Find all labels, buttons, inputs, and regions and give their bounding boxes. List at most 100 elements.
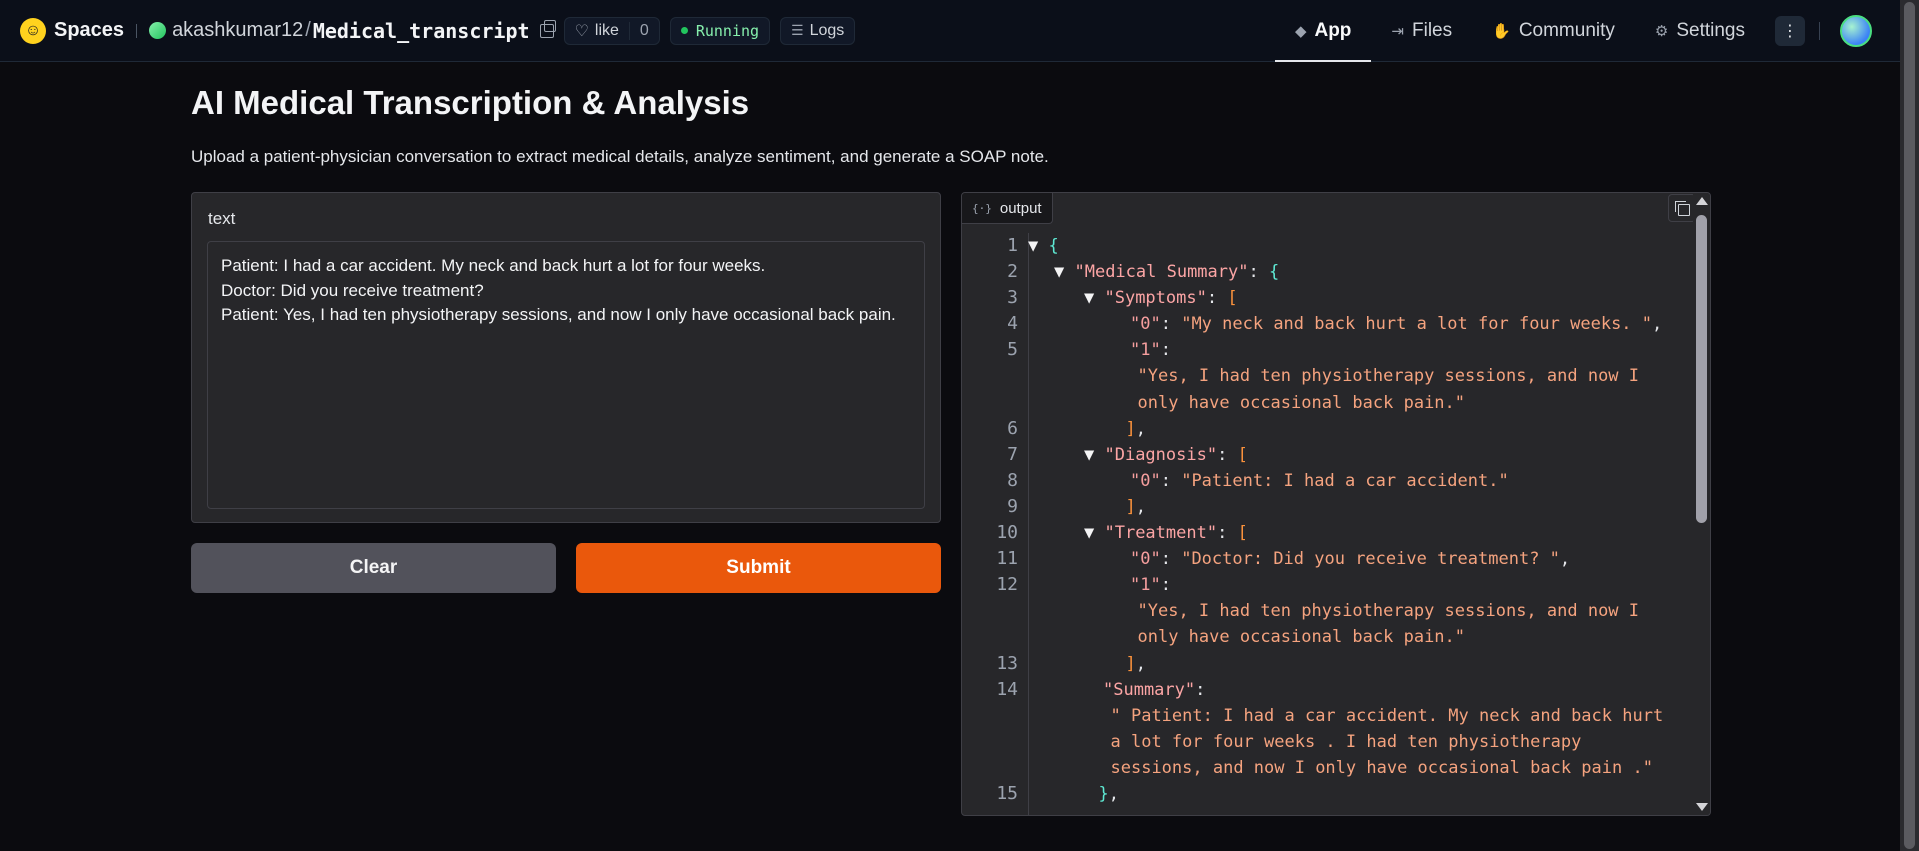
- json-line-content: sessions, and now I only have occasional…: [1028, 755, 1653, 781]
- json-line: 3 ▼ "Symptoms": [: [962, 285, 1695, 311]
- tab-community-label: Community: [1518, 20, 1615, 41]
- scroll-down-arrow-icon[interactable]: [1696, 803, 1708, 811]
- line-number: 10: [996, 522, 1018, 544]
- tab-settings[interactable]: ⚙ Settings: [1635, 0, 1765, 62]
- json-token: "Patient: I had a car accident.": [1181, 470, 1509, 491]
- tab-community[interactable]: ✋ Community: [1472, 0, 1635, 62]
- json-line-content: only have occasional back pain.": [1028, 624, 1466, 650]
- line-number: [962, 624, 1028, 650]
- json-token: only have occasional back pain.": [1137, 627, 1466, 648]
- output-scrollbar-thumb[interactable]: [1696, 215, 1707, 523]
- json-icon: {·}: [972, 201, 992, 215]
- line-number: 8: [1007, 469, 1018, 491]
- json-line-content: "1":: [1028, 337, 1171, 363]
- json-token: ]: [1125, 496, 1136, 517]
- text-input-field[interactable]: Patient: I had a car accident. My neck a…: [207, 241, 925, 509]
- json-token: }: [1098, 783, 1109, 804]
- line-number: [962, 729, 1028, 755]
- json-line: 11 "0": "Doctor: Did you receive treatmen…: [962, 546, 1695, 572]
- line-number: 6: [1007, 417, 1018, 439]
- json-token: :: [1160, 340, 1171, 361]
- status-badge[interactable]: Running: [669, 16, 771, 45]
- collapse-toggle-icon[interactable]: ▼: [1028, 236, 1048, 256]
- json-output-panel: {·} output 1 ▼ {2 ▼ "Medical Summary": {3 ▼…: [961, 192, 1711, 816]
- json-token: :: [1195, 679, 1206, 700]
- json-line-content: a lot for four weeks . I had ten physiot…: [1028, 729, 1582, 755]
- tab-app[interactable]: ◆ App: [1274, 0, 1372, 62]
- copy-icon[interactable]: [539, 19, 556, 38]
- divider: [136, 23, 138, 38]
- json-token: ,: [1108, 783, 1119, 804]
- owner-link[interactable]: akashkumar12: [172, 19, 303, 42]
- like-count[interactable]: 0: [628, 21, 659, 40]
- line-number: 14: [996, 678, 1018, 700]
- line-number: 15: [996, 782, 1018, 804]
- json-line-content: ],: [1028, 494, 1147, 520]
- json-token: "My neck and back hurt a lot for four we…: [1181, 314, 1653, 335]
- line-number: 4: [1007, 313, 1018, 335]
- status-dot-icon: [680, 27, 688, 34]
- json-line-content: " Patient: I had a car accident. My neck…: [1028, 703, 1664, 729]
- json-token: ,: [1652, 314, 1663, 335]
- json-token: ]: [1125, 653, 1136, 674]
- json-line-content: ],: [1028, 416, 1147, 442]
- page-title: AI Medical Transcription & Analysis: [191, 84, 750, 121]
- json-token: :: [1160, 549, 1182, 570]
- heart-icon: ♡: [574, 22, 589, 40]
- json-token: a lot for four weeks . I had ten physiot…: [1110, 731, 1582, 752]
- line-number: 1: [1007, 235, 1018, 256]
- collapse-toggle-icon[interactable]: ▼: [1084, 523, 1104, 543]
- json-line: "Yes, I had ten physiotherapy sessions, …: [962, 598, 1695, 624]
- json-token: ]: [1125, 418, 1136, 439]
- json-line-content: "0": "Patient: I had a car accident.": [1028, 468, 1509, 494]
- json-line-content: "1":: [1028, 572, 1171, 598]
- user-avatar[interactable]: [1840, 15, 1872, 47]
- submit-button[interactable]: Submit: [576, 543, 941, 593]
- tab-app-label: App: [1314, 20, 1352, 41]
- copy-output-button[interactable]: [1668, 194, 1696, 222]
- text-input-label: text: [208, 209, 236, 228]
- tab-files-label: Files: [1412, 20, 1453, 41]
- more-options-button[interactable]: ⋮: [1775, 16, 1805, 46]
- json-token: :: [1160, 575, 1171, 596]
- like-button[interactable]: ♡ like 0: [563, 16, 660, 45]
- status-label: Running: [695, 21, 760, 40]
- json-token: "Treatment": [1104, 523, 1218, 544]
- json-token: ,: [1135, 496, 1146, 517]
- json-line: 9],: [962, 494, 1695, 520]
- top-nav: ☺ Spaces akashkumar12 / Medical_transcri…: [0, 0, 1900, 62]
- line-number: [962, 390, 1028, 416]
- json-token: "Medical Summary": [1074, 262, 1249, 283]
- line-number: 5: [1007, 339, 1018, 361]
- json-token: sessions, and now I only have occasional…: [1110, 757, 1653, 778]
- json-line-content: only have occasional back pain.": [1028, 390, 1466, 416]
- json-token: ,: [1559, 549, 1571, 570]
- more-icon: ⋮: [1782, 23, 1798, 40]
- divider: [1819, 22, 1820, 40]
- collapse-toggle-icon[interactable]: ▼: [1084, 288, 1104, 308]
- logs-button[interactable]: ☰ Logs: [780, 16, 856, 45]
- json-line: "Yes, I had ten physiotherapy sessions, …: [962, 363, 1695, 389]
- scroll-up-arrow-icon[interactable]: [1696, 197, 1708, 205]
- json-line: 14 "Summary":: [962, 677, 1695, 703]
- json-line: 10 ▼ "Treatment": [: [962, 520, 1695, 546]
- json-line: 1 ▼ {: [962, 233, 1695, 259]
- page-scrollbar[interactable]: [1900, 0, 1919, 851]
- gear-icon: ⚙: [1654, 23, 1669, 40]
- json-line-content: ▼ "Medical Summary": {: [1028, 259, 1279, 285]
- collapse-toggle-icon[interactable]: ▼: [1054, 262, 1074, 282]
- line-number: 2: [1007, 261, 1018, 283]
- json-token: :: [1160, 314, 1182, 335]
- tab-files[interactable]: ⇥ Files: [1371, 0, 1472, 62]
- json-token: ,: [1135, 653, 1146, 674]
- page-scrollbar-thumb[interactable]: [1904, 2, 1915, 849]
- spaces-label[interactable]: Spaces: [54, 19, 124, 42]
- json-token: "Summary": [1103, 679, 1196, 700]
- json-line: " Patient: I had a car accident. My neck…: [962, 703, 1695, 729]
- clear-button[interactable]: Clear: [191, 543, 556, 593]
- output-scrollbar[interactable]: [1693, 193, 1710, 815]
- json-line: a lot for four weeks . I had ten physiot…: [962, 729, 1695, 755]
- collapse-toggle-icon[interactable]: ▼: [1084, 445, 1104, 465]
- repo-name-link[interactable]: Medical_transcript: [313, 19, 530, 43]
- spaces-brand[interactable]: ☺ Spaces: [20, 17, 124, 44]
